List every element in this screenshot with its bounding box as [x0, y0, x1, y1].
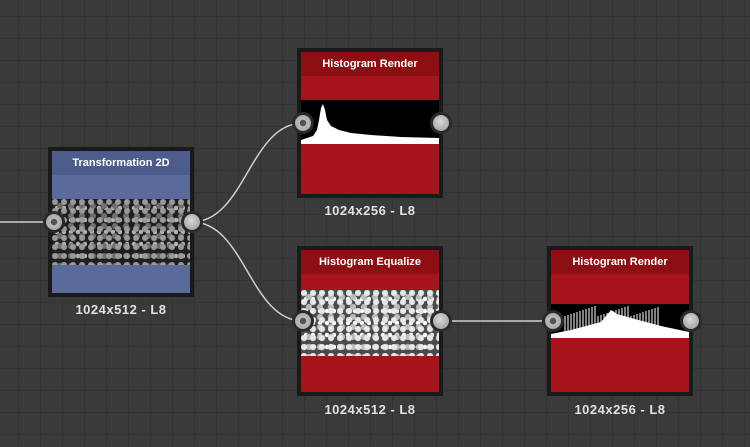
output-port-icon[interactable]	[430, 112, 452, 134]
node-band	[301, 76, 439, 100]
node-output-size-label: 1024x256 - L8	[324, 203, 416, 218]
output-port-icon[interactable]	[181, 211, 203, 233]
node-histogram-render-right[interactable]: Histogram Render	[547, 246, 693, 396]
node-band	[52, 175, 190, 199]
input-port-icon[interactable]	[542, 310, 564, 332]
histogram-graph	[301, 104, 439, 144]
node-histogram-render-top[interactable]: Histogram Render	[297, 48, 443, 198]
input-port-icon[interactable]	[292, 310, 314, 332]
output-port-icon[interactable]	[680, 310, 702, 332]
node-title: Histogram Render	[551, 250, 689, 274]
node-preview-histogram	[551, 304, 689, 338]
input-port-icon[interactable]	[292, 112, 314, 134]
node-preview-image	[301, 290, 439, 356]
node-footer	[551, 338, 689, 392]
node-title: Histogram Render	[301, 52, 439, 76]
node-footer	[301, 356, 439, 392]
node-output-size-label: 1024x512 - L8	[324, 402, 416, 417]
node-histogram-equalize[interactable]: Histogram Equalize	[297, 246, 443, 396]
node-band	[551, 274, 689, 304]
histogram-envelope	[551, 310, 689, 338]
node-title: Transformation 2D	[52, 151, 190, 175]
node-title: Histogram Equalize	[301, 250, 439, 274]
histogram-graph	[551, 306, 689, 338]
node-footer	[301, 144, 439, 194]
node-preview-histogram	[301, 100, 439, 144]
node-preview-image	[52, 199, 190, 265]
node-transformation-2d[interactable]: Transformation 2D	[48, 147, 194, 297]
node-output-size-label: 1024x512 - L8	[75, 302, 167, 317]
node-footer	[52, 265, 190, 293]
wire-transform-to-equalize	[191, 221, 304, 322]
node-band	[301, 274, 439, 290]
wire-transform-to-render1	[191, 122, 304, 223]
output-port-icon[interactable]	[430, 310, 452, 332]
input-port-icon[interactable]	[43, 211, 65, 233]
node-output-size-label: 1024x256 - L8	[574, 402, 666, 417]
